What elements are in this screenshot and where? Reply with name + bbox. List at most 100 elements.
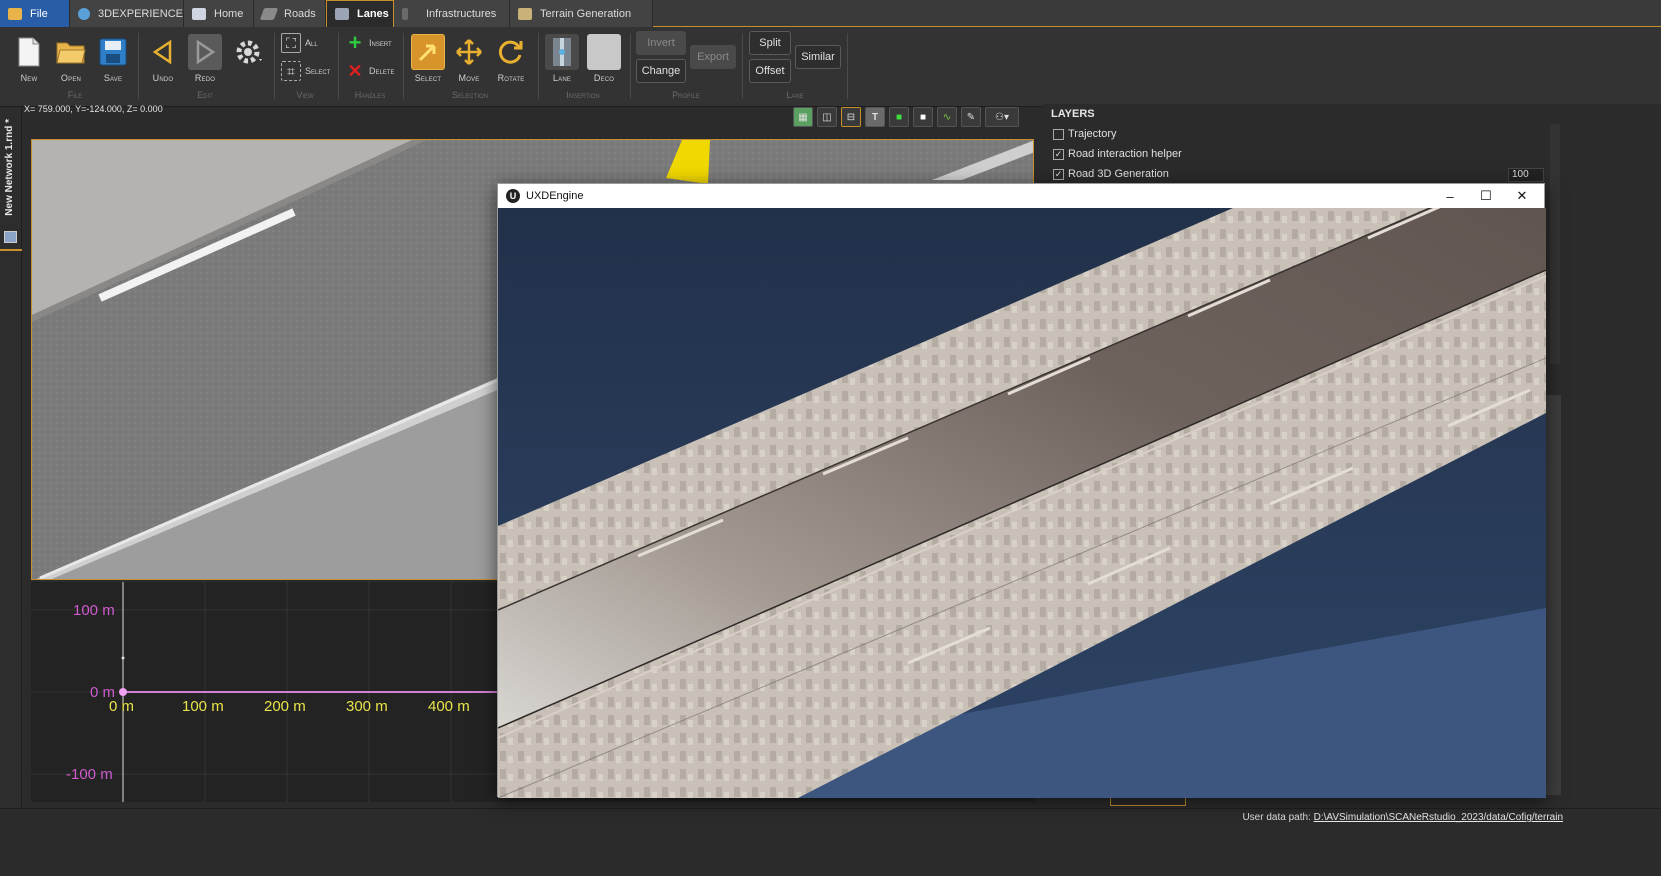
insert-deco-button[interactable]: Deco bbox=[587, 34, 621, 83]
delete-handle-button[interactable]: ✕ Delete bbox=[345, 61, 395, 81]
engine-logo-icon: U bbox=[506, 189, 520, 203]
layer-label: Trajectory bbox=[1068, 128, 1117, 140]
text-toggle-icon[interactable]: T bbox=[865, 107, 885, 127]
terrain-view-icon[interactable]: ∿ bbox=[937, 107, 957, 127]
zoom-selection-icon: ⌗ bbox=[281, 61, 301, 81]
tab-infrastructures[interactable]: Infrastructures bbox=[394, 0, 510, 27]
compass-icon bbox=[78, 7, 90, 20]
similar-lane-button[interactable]: Similar bbox=[795, 45, 841, 69]
rotate-tool-label: Rotate bbox=[497, 73, 525, 83]
layers-panel-title: LAYERS bbox=[1051, 108, 1095, 120]
tab-home[interactable]: Home bbox=[184, 0, 254, 27]
view-select-label: Select bbox=[305, 66, 331, 76]
uxdengine-window[interactable]: U UXDEngine – ☐ ✕ bbox=[497, 183, 1546, 798]
tab-roads[interactable]: Roads bbox=[254, 0, 326, 27]
white-layer-icon[interactable]: ■ bbox=[913, 107, 933, 127]
gear-icon bbox=[229, 34, 267, 70]
insert-deco-label: Deco bbox=[593, 73, 615, 83]
tab-file[interactable]: File bbox=[0, 0, 70, 27]
delete-handle-label: Delete bbox=[369, 66, 395, 76]
save-button[interactable]: Save bbox=[96, 34, 130, 83]
deco-icon bbox=[587, 34, 621, 70]
group-file-label: File bbox=[67, 90, 83, 100]
maximize-icon[interactable]: ☐ bbox=[1468, 184, 1504, 208]
insert-lane-button[interactable]: Lane bbox=[545, 34, 579, 83]
invert-profile-button[interactable]: Invert bbox=[636, 31, 686, 55]
ribbon-divider bbox=[274, 33, 275, 99]
layer-checkbox[interactable]: ✓ bbox=[1053, 148, 1064, 160]
redo-button-label: Redo bbox=[194, 73, 216, 83]
view-select-button[interactable]: ⌗ Select bbox=[281, 61, 330, 81]
offset-lane-button[interactable]: Offset bbox=[749, 59, 791, 83]
map-view-icon[interactable]: ▦ bbox=[793, 107, 813, 127]
ribbon-divider bbox=[742, 33, 743, 99]
tab-terrain-generation[interactable]: Terrain Generation bbox=[510, 0, 653, 27]
group-selection-label: Selection bbox=[451, 90, 488, 100]
document-side-tab[interactable]: New Network 1.rnd * bbox=[0, 107, 22, 827]
rotate-tool-button[interactable]: Rotate bbox=[494, 34, 528, 83]
open-button-label: Open bbox=[60, 73, 82, 83]
tab-lanes-label: Lanes bbox=[357, 8, 389, 20]
view-all-button[interactable]: ⛶ All bbox=[281, 33, 318, 53]
x-axis-label-200: 200 m bbox=[264, 698, 306, 715]
user-data-path: User data path: D:\AVSimulation\SCANeRst… bbox=[1242, 812, 1563, 823]
terrain-icon bbox=[518, 7, 532, 20]
open-button[interactable]: Open bbox=[54, 34, 88, 83]
new-button[interactable]: New bbox=[12, 34, 46, 83]
undo-button-label: Undo bbox=[152, 73, 174, 83]
export-profile-button[interactable]: Export bbox=[690, 45, 736, 69]
undo-button[interactable]: Undo bbox=[146, 34, 180, 83]
layer-trajectory[interactable]: Trajectory bbox=[1053, 128, 1117, 140]
open-folder-icon bbox=[54, 34, 88, 70]
folder-icon bbox=[8, 7, 22, 20]
tab-roads-label: Roads bbox=[284, 7, 316, 20]
lane-icon bbox=[545, 34, 579, 70]
layer-value-spinbox[interactable]: 100 bbox=[1508, 168, 1544, 182]
settings-dropdown-button[interactable] bbox=[229, 34, 267, 70]
uxdengine-titlebar[interactable]: U UXDEngine – ☐ ✕ bbox=[498, 184, 1544, 208]
save-button-label: Save bbox=[103, 73, 123, 83]
new-file-icon bbox=[12, 34, 46, 70]
ribbon-divider bbox=[338, 33, 339, 99]
view-toolbar: ▦ ◫ ⊟ T ■ ■ ∿ ✎ ⚇▾ bbox=[793, 107, 1019, 129]
ribbon-divider bbox=[847, 33, 848, 99]
insert-lane-label: Lane bbox=[552, 73, 572, 83]
zoom-extents-icon: ⛶ bbox=[281, 33, 301, 53]
bridge-icon bbox=[402, 7, 408, 20]
x-axis-label-0: 0 m bbox=[109, 698, 135, 715]
tab-infrastructures-label: Infrastructures bbox=[426, 7, 497, 20]
layer-label: Road 3D Generation bbox=[1068, 168, 1169, 180]
green-layer-icon[interactable]: ■ bbox=[889, 107, 909, 127]
move-tool-button[interactable]: Move bbox=[452, 34, 486, 83]
tab-3dexperience-label: 3DEXPERIENCE bbox=[98, 7, 183, 20]
layers-scrollbar[interactable] bbox=[1550, 124, 1560, 364]
camera-dropdown-icon[interactable]: ⚇▾ bbox=[985, 107, 1019, 127]
close-icon[interactable]: ✕ bbox=[1504, 184, 1540, 208]
save-disk-icon bbox=[96, 34, 130, 70]
redo-button[interactable]: Redo bbox=[188, 34, 222, 83]
split-vertical-icon[interactable]: ◫ bbox=[817, 107, 837, 127]
edit-view-icon[interactable]: ✎ bbox=[961, 107, 981, 127]
tab-lanes[interactable]: Lanes bbox=[326, 0, 394, 27]
layer-road-3d-generation[interactable]: ✓ Road 3D Generation bbox=[1053, 168, 1169, 180]
split-horizontal-icon[interactable]: ⊟ bbox=[841, 107, 861, 127]
cursor-coordinates: X= 759.000, Y=-124.000, Z= 0.000 bbox=[24, 104, 163, 114]
y-axis-label-bottom: -100 m bbox=[66, 766, 113, 783]
x-axis-label-100: 100 m bbox=[182, 698, 224, 715]
user-data-path-link[interactable]: D:\AVSimulation\SCANeRstudio_2023/data/C… bbox=[1314, 812, 1563, 823]
change-profile-button[interactable]: Change bbox=[636, 59, 686, 83]
3d-render-viewport[interactable] bbox=[498, 208, 1546, 798]
layer-checkbox[interactable]: ✓ bbox=[1053, 168, 1064, 180]
insert-handle-button[interactable]: + Insert bbox=[345, 30, 392, 55]
ribbon-divider bbox=[630, 33, 631, 99]
user-data-path-label: User data path: bbox=[1242, 812, 1311, 823]
select-tool-button[interactable]: Select bbox=[411, 34, 445, 83]
layer-checkbox[interactable] bbox=[1053, 128, 1064, 140]
layer-road-interaction-helper[interactable]: ✓ Road interaction helper bbox=[1053, 148, 1182, 160]
move-arrows-icon bbox=[452, 34, 486, 70]
split-lane-button[interactable]: Split bbox=[749, 31, 791, 55]
minimize-icon[interactable]: – bbox=[1432, 184, 1468, 208]
view-all-label: All bbox=[305, 38, 318, 48]
tab-3dexperience[interactable]: 3DEXPERIENCE bbox=[70, 0, 184, 27]
rotate-icon bbox=[494, 34, 528, 70]
